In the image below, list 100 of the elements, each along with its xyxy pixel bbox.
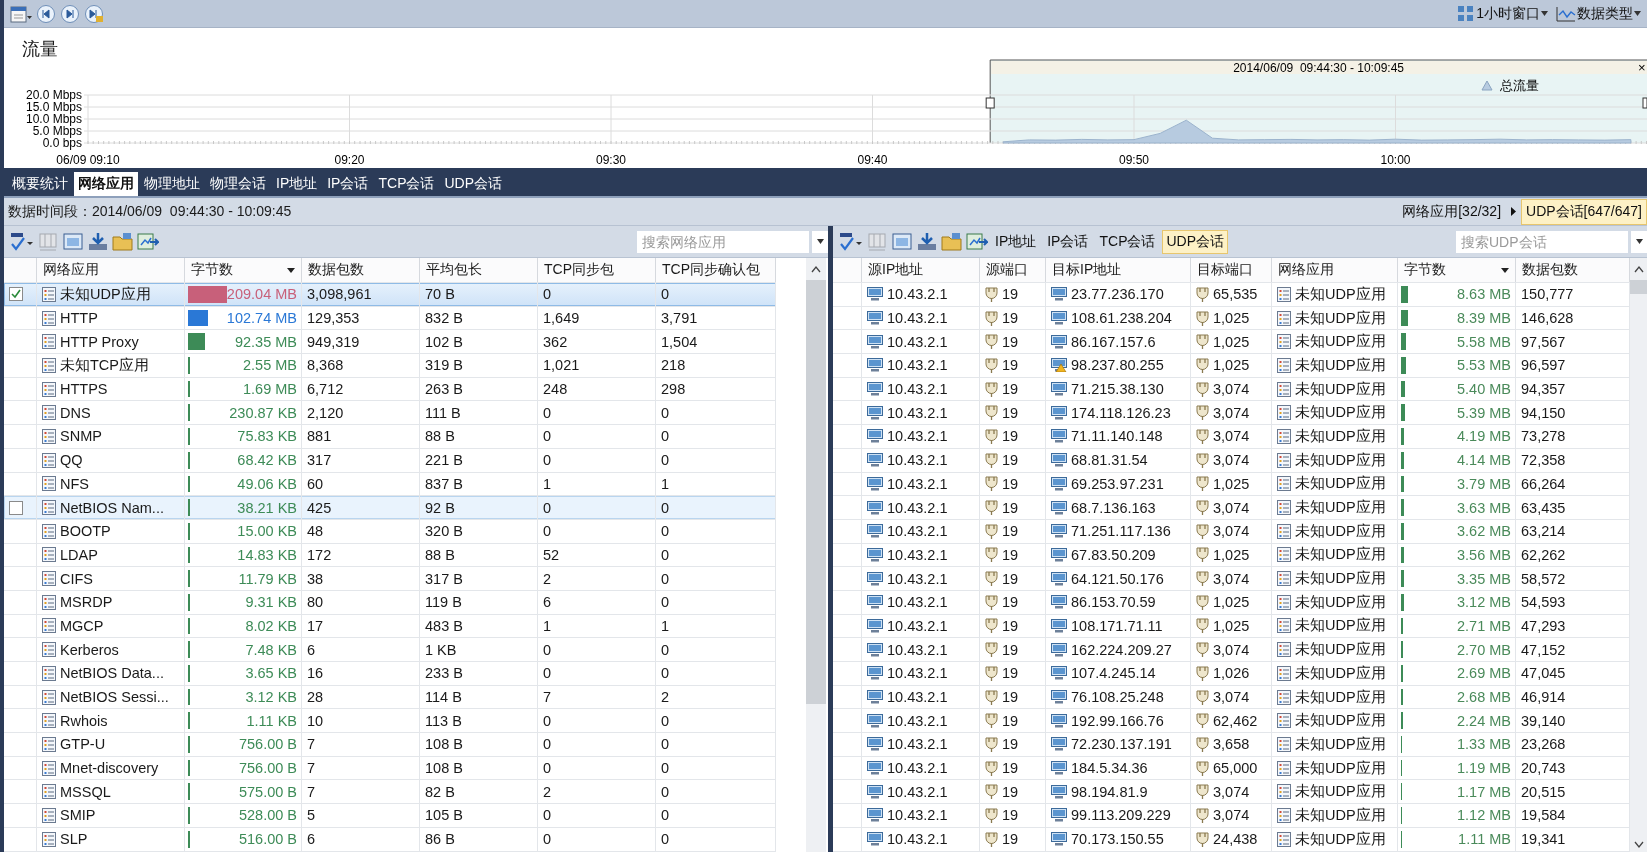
download-button[interactable] [916,231,938,252]
table-cell: 未知UDP应用 [1295,426,1386,446]
skip-lock-button[interactable] [84,3,104,24]
calendar-button[interactable] [10,3,32,24]
checkbox[interactable] [9,500,23,515]
dropdown-button[interactable]: 数据类型 [1554,4,1643,23]
table-row[interactable]: SMIP 528.00 B 5 105 B 0 0 [4,804,776,828]
table-cell: 425 [307,499,332,516]
skip-back-button[interactable] [36,3,56,24]
column-header[interactable]: 平均包长 [420,258,538,282]
filter-tab[interactable]: TCP会话 [1095,229,1160,254]
table-row[interactable]: QQ 68.42 KB 317 221 B 0 0 [4,448,776,473]
dropdown-button[interactable]: 1小时窗口 [1455,4,1550,23]
column-header[interactable]: 源IP地址 [862,258,980,282]
table-cell: 10 [307,712,324,729]
table-row[interactable]: NetBIOS Sessi... 3.12 KB 28 114 B 7 2 [4,685,776,710]
table-cell: 28 [307,689,324,706]
list-icon [42,476,56,492]
table-row[interactable]: MGCP 8.02 KB 17 483 B 1 1 [4,614,776,639]
breadcrumb-item[interactable]: 网络应用[32/32] [1397,198,1507,225]
table-cell: MGCP [60,617,104,634]
filter-tab[interactable]: UDP会话 [1162,229,1229,254]
table-row[interactable]: 未知TCP应用 2.55 MB 8,368 319 B 1,021 218 [4,354,776,378]
table-row[interactable]: MSRDP 9.31 KB 80 119 B 6 0 [4,590,776,615]
breadcrumb-item[interactable]: UDP会话[647/647] [1521,198,1647,225]
table-row[interactable]: SLP 516.00 B 6 86 B 0 0 [4,827,776,852]
table-row[interactable]: Mnet-discovery 756.00 B 7 108 B 0 0 [4,756,776,781]
table-cell: 未知UDP应用 [1295,545,1386,565]
column-header[interactable]: 数据包数 [302,258,420,282]
table-cell: 10.43.2.1 [887,665,948,682]
download-button[interactable] [87,231,109,252]
table-row[interactable]: HTTP 102.74 MB 129,353 832 B 1,649 3,791 [4,306,776,331]
column-header[interactable]: 目标IP地址 [1046,258,1191,282]
column-header[interactable]: 字节数 [1398,258,1516,282]
table-row[interactable]: DNS 230.87 KB 2,120 111 B 0 0 [4,401,776,426]
tab[interactable]: TCP会话 [374,172,439,196]
scrollbar[interactable] [1630,258,1647,852]
table-row[interactable]: Rwhois 1.11 KB 10 113 B 0 0 [4,709,776,734]
search-dropdown[interactable] [812,230,828,253]
table-row[interactable]: SNMP 75.83 KB 881 88 B 0 0 [4,425,776,449]
table-row[interactable]: HTTP Proxy 92.35 MB 949,319 102 B 362 1,504 [4,330,776,355]
table-cell: 19 [1002,617,1019,634]
table-cell: 76.108.25.248 [1071,689,1164,706]
table-row[interactable]: NetBIOS Data... 3.65 KB 16 233 B 0 0 [4,662,776,686]
table-cell: 65,000 [1213,760,1258,777]
table-cell: 68.42 KB [237,452,297,469]
column-header[interactable]: 源端口 [980,258,1046,282]
export-button[interactable] [966,231,988,252]
tab[interactable]: 网络应用 [74,172,138,196]
tab[interactable]: IP地址 [272,172,322,196]
table-row[interactable]: BOOTP 15.00 KB 48 320 B 0 0 [4,519,776,544]
resize-handle[interactable] [1642,97,1647,109]
table-row[interactable]: GTP-U 756.00 B 7 108 B 0 0 [4,733,776,757]
tab[interactable]: 物理会话 [206,172,270,196]
tab[interactable]: UDP会话 [440,172,507,196]
scrollbar-thumb[interactable] [1630,280,1647,294]
tab[interactable]: IP会话 [323,172,373,196]
column-header[interactable]: 数据包数 [1516,258,1630,282]
search-dropdown[interactable] [1631,230,1647,253]
tab[interactable]: 概要统计 [8,172,72,196]
export-button[interactable] [137,231,159,252]
table-cell: 3.12 KB [245,689,297,706]
column-header[interactable]: TCP同步包 [538,258,656,282]
scrollbar[interactable] [806,258,826,852]
table-cell: 4.14 MB [1457,452,1511,469]
table-row[interactable]: MSSQL 575.00 B 7 82 B 2 0 [4,780,776,805]
table-row[interactable]: CIFS 11.79 KB 38 317 B 2 0 [4,567,776,591]
tab[interactable]: 物理地址 [140,172,204,196]
list-icon [42,334,56,350]
table-cell: 10.43.2.1 [887,736,948,753]
filter-tab[interactable]: IP会话 [1043,229,1093,254]
table-cell: 6,712 [307,381,344,398]
checkbox[interactable] [9,287,23,302]
table-row[interactable]: 未知UDP应用 209.04 MB 3,098,961 70 B 0 0 [4,283,776,307]
folder-button[interactable] [112,231,134,252]
top-filter-button[interactable] [839,231,863,252]
search-field[interactable]: 搜索网络应用 [637,230,809,253]
top-filter-button[interactable] [10,231,34,252]
table-cell: 62,262 [1521,546,1566,563]
play-next-button[interactable] [60,3,80,24]
table-row[interactable]: NetBIOS Nam... 38.21 KB 425 92 B 0 0 [4,496,776,520]
table-row[interactable]: LDAP 14.83 KB 172 88 B 52 0 [4,543,776,568]
scrollbar-thumb[interactable] [806,280,826,704]
column-header[interactable]: 目标端口 [1191,258,1272,282]
folder-button[interactable] [941,231,963,252]
table-cell: 19 [1002,452,1019,469]
column-header[interactable]: 网络应用 [1272,258,1398,282]
list-icon [42,784,56,800]
column-header[interactable]: 网络应用 [37,258,185,282]
table-row[interactable]: Kerberos 7.48 KB 6 1 KB 0 0 [4,638,776,662]
search-field[interactable]: 搜索UDP会话 [1456,230,1628,253]
table-cell: 19 [1002,357,1019,374]
table-cell: 60 [307,475,324,492]
table-row[interactable]: HTTPS 1.69 MB 6,712 263 B 248 298 [4,377,776,402]
table-row[interactable]: NFS 49.06 KB 60 837 B 1 1 [4,472,776,497]
close-button[interactable]: × [1638,60,1646,75]
resize-handle[interactable] [985,97,995,109]
filter-tab[interactable]: IP地址 [991,229,1041,254]
column-header[interactable]: TCP同步确认包 [656,258,776,282]
column-header[interactable]: 字节数 [185,258,302,282]
